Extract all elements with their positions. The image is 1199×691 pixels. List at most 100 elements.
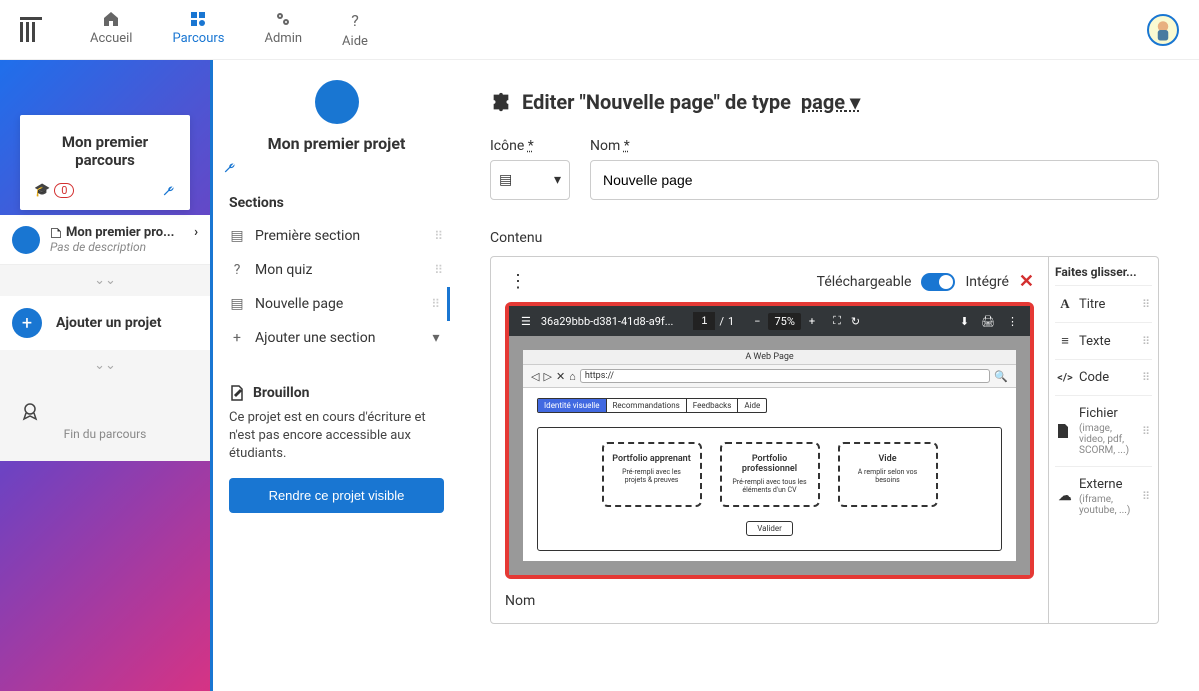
chevron-right-icon: ›	[194, 225, 198, 240]
widget-sublabel: (image, video, pdf, SCORM, ...)	[1079, 423, 1136, 456]
widget-fichier[interactable]: Fichier (image, video, pdf, SCORM, ...) …	[1055, 395, 1152, 466]
widget-sublabel: (iframe, youtube, ...)	[1079, 494, 1136, 516]
pdf-toolbar: ☰ 36a29bbb-d381-41d8-a9f... / 1 − 75% +	[509, 306, 1030, 336]
section-item[interactable]: ? Mon quiz ⠿	[223, 253, 450, 287]
page-type-selector[interactable]: page ▾	[801, 90, 860, 114]
text-icon: ≡	[1057, 333, 1073, 349]
contenu-label: Contenu	[490, 230, 1159, 246]
drag-handle-icon: ⠿	[1142, 490, 1150, 503]
grad-count: 0	[54, 183, 74, 198]
project-title: Mon premier projet	[223, 134, 450, 153]
add-section-button[interactable]: + Ajouter une section ▾	[223, 321, 450, 355]
cloud-icon: ☁	[1057, 489, 1073, 504]
expand-chevrons-icon[interactable]: ⌄⌄	[0, 265, 210, 296]
graduate-icon: 🎓	[34, 183, 50, 198]
widget-label: Titre	[1079, 297, 1105, 312]
mockup-tabs: Identité visuelle Recommandations Feedba…	[537, 398, 767, 413]
edit-doc-icon	[50, 227, 62, 239]
pdf-fit-icon[interactable]: ⛶	[833, 314, 841, 328]
pdf-page-total: 1	[728, 315, 734, 328]
project-list-item[interactable]: Mon premier pro... › Pas de description	[0, 215, 210, 265]
icon-label: Icône *	[490, 138, 570, 154]
top-navbar: Accueil Parcours Admin ? Aide	[0, 0, 1199, 60]
puzzle-icon	[490, 91, 512, 113]
drag-handle-icon[interactable]: ⠿	[434, 229, 444, 243]
mockup-title: A Web Page	[523, 350, 1016, 365]
close-icon: ✕	[556, 370, 565, 383]
remove-content-icon[interactable]: ✕	[1019, 271, 1034, 292]
file-icon	[1057, 424, 1073, 438]
section-item[interactable]: ▤ Première section ⠿	[223, 219, 450, 253]
make-visible-button[interactable]: Rendre ce projet visible	[229, 478, 444, 513]
section-item-active[interactable]: ▤ Nouvelle page ⠿	[223, 287, 450, 321]
draft-doc-icon	[229, 385, 245, 401]
caret-down-icon: ▾	[428, 330, 444, 346]
drag-handle-icon: ⠿	[1142, 425, 1150, 438]
nav-aide[interactable]: ? Aide	[342, 11, 368, 49]
zoom-in-icon[interactable]: +	[809, 315, 815, 328]
caret-down-icon: ▾	[554, 172, 561, 188]
grad-badge[interactable]: 🎓 0	[34, 183, 74, 198]
page-name-input[interactable]	[590, 160, 1159, 200]
pdf-rotate-icon[interactable]: ↻	[851, 315, 860, 328]
content-drop-area: ⋮ Téléchargeable Intégré ✕ ☰ 36a29bbb-d3…	[490, 256, 1049, 624]
section-label: Nouvelle page	[255, 296, 421, 312]
widget-label: Fichier	[1079, 406, 1118, 421]
parcours-title: Mon premier parcours	[34, 133, 176, 169]
user-avatar[interactable]	[1147, 14, 1179, 46]
project-color-circle	[12, 226, 40, 254]
mockup-card: Vide A remplir selon vos besoins	[838, 442, 938, 507]
mockup-tab: Identité visuelle	[538, 399, 607, 412]
downloadable-toggle[interactable]	[921, 273, 955, 291]
content-menu-icon[interactable]: ⋮	[505, 271, 531, 292]
code-icon: </>	[1057, 371, 1073, 384]
home-icon: ⌂	[569, 370, 576, 383]
widget-externe[interactable]: ☁ Externe (iframe, youtube, ...) ⠿	[1055, 466, 1152, 526]
nav-accueil[interactable]: Accueil	[90, 11, 132, 49]
pdf-embed: ☰ 36a29bbb-d381-41d8-a9f... / 1 − 75% +	[505, 302, 1034, 579]
widget-label: Externe	[1079, 477, 1122, 492]
add-project-button[interactable]: + Ajouter un projet	[0, 296, 210, 350]
edit-project-icon[interactable]	[223, 161, 450, 175]
widgets-title: Faites glisser...	[1055, 265, 1152, 279]
search-icon: 🔍	[994, 370, 1008, 383]
mockup-tab: Feedbacks	[687, 399, 739, 412]
pdf-page-input[interactable]	[693, 312, 715, 330]
mockup-card: Portfolio professionnel Pré-rempli avec …	[720, 442, 820, 507]
pdf-menu-icon[interactable]: ☰	[521, 315, 531, 328]
widget-code[interactable]: </> Code ⠿	[1055, 359, 1152, 395]
pdf-page-content: A Web Page ◁ ▷ ✕ ⌂ https:// 🔍	[523, 350, 1016, 561]
editor-panel: Editer "Nouvelle page" de type page ▾ Ic…	[460, 60, 1199, 691]
icon-select[interactable]: ▤ ▾	[490, 160, 570, 200]
wrench-icon[interactable]	[162, 184, 176, 198]
print-icon[interactable]: 🖨	[981, 315, 995, 328]
nav-label: Parcours	[172, 31, 224, 46]
gears-icon	[275, 11, 291, 27]
downloadable-label: Téléchargeable	[817, 274, 912, 290]
app-logo[interactable]	[20, 15, 50, 45]
book-icon: ▤	[229, 296, 245, 312]
parcours-card[interactable]: Mon premier parcours 🎓 0	[20, 115, 190, 210]
project-sidebar: Mon premier projet Sections ▤ Première s…	[210, 60, 460, 691]
drag-handle-icon[interactable]: ⠿	[431, 297, 441, 311]
drag-handle-icon[interactable]: ⠿	[434, 263, 444, 277]
widget-label: Code	[1079, 370, 1109, 385]
widget-titre[interactable]: A Titre ⠿	[1055, 285, 1152, 322]
download-icon[interactable]: ⬇	[960, 315, 969, 328]
brouillon-title: Brouillon	[253, 385, 309, 401]
zoom-out-icon[interactable]: −	[754, 315, 760, 328]
project-desc: Pas de description	[50, 240, 198, 254]
mockup-tab: Aide	[738, 399, 766, 412]
project-name: Mon premier pro... ›	[50, 225, 198, 240]
drag-handle-icon: ⠿	[1142, 335, 1150, 348]
pdf-more-icon[interactable]: ⋮	[1007, 315, 1018, 328]
integre-label: Intégré	[965, 274, 1008, 290]
widget-texte[interactable]: ≡ Texte ⠿	[1055, 322, 1152, 359]
mockup-browser-bar: ◁ ▷ ✕ ⌂ https:// 🔍	[523, 365, 1016, 388]
award-icon	[20, 401, 190, 421]
expand-chevrons2-icon[interactable]: ⌄⌄	[0, 350, 210, 381]
nav-admin[interactable]: Admin	[264, 11, 302, 49]
title-icon: A	[1057, 296, 1073, 312]
mockup-url: https://	[580, 369, 990, 383]
nav-parcours[interactable]: Parcours	[172, 11, 224, 49]
